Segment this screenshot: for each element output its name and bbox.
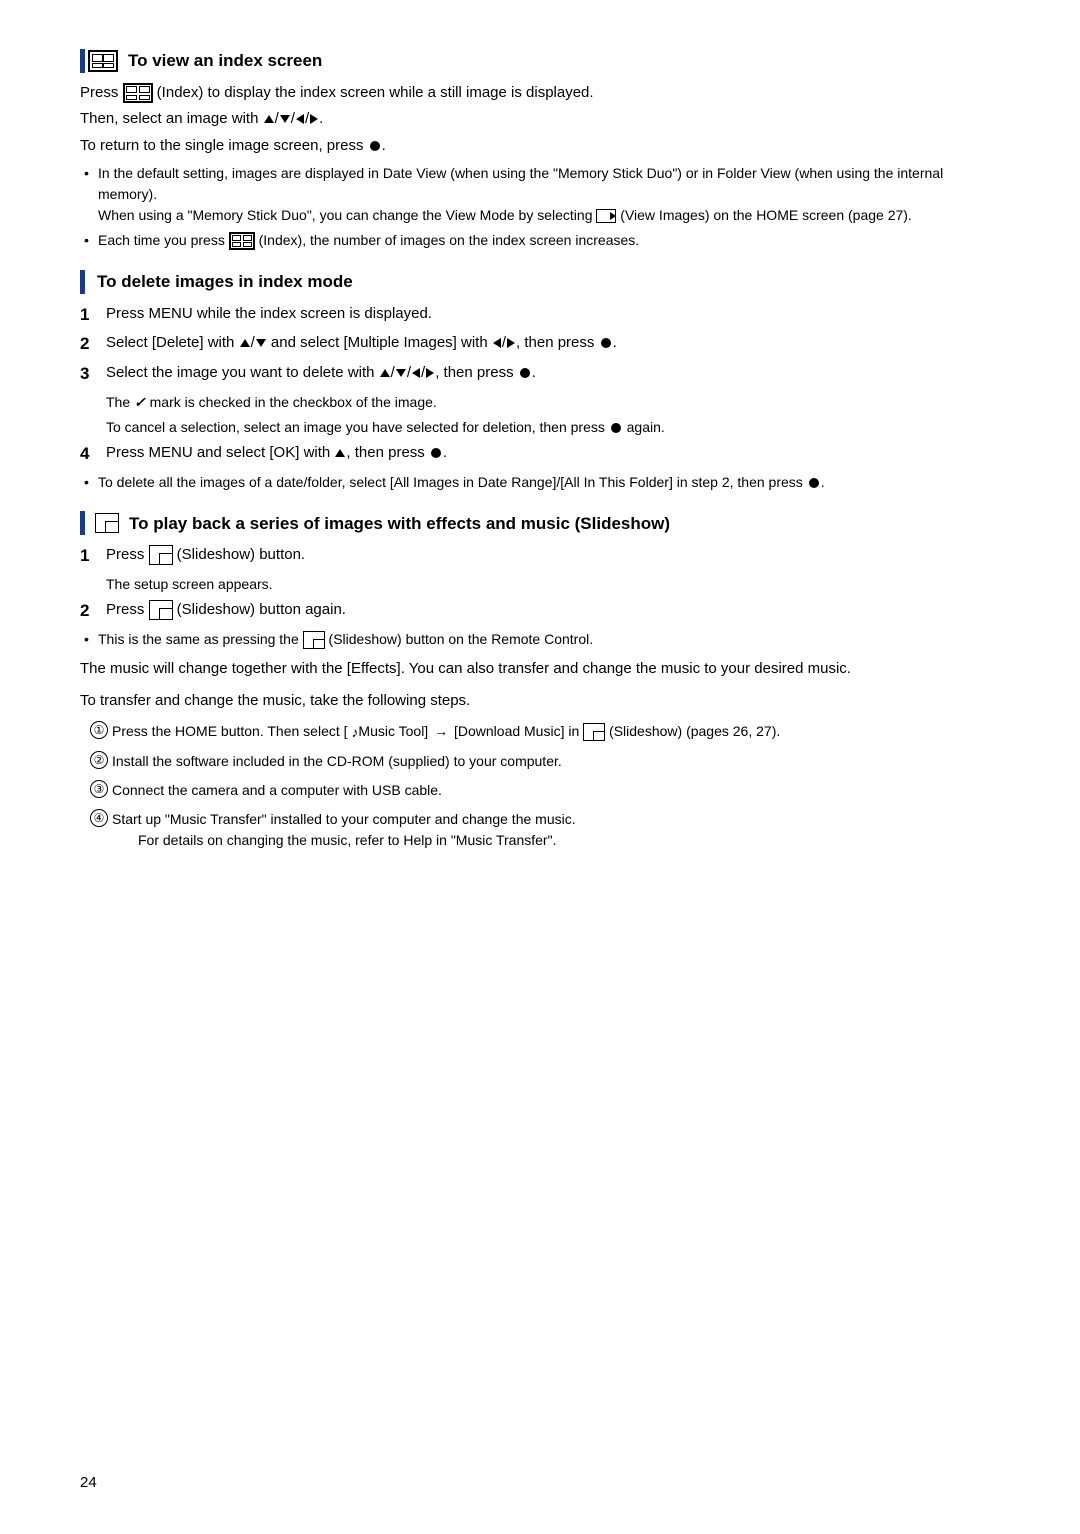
- circle-item-3: ③ Connect the camera and a computer with…: [90, 780, 1000, 801]
- step-num-3: 3: [80, 362, 102, 386]
- circle-num-3: ③: [90, 780, 108, 798]
- circle-item-4: ④ Start up "Music Transfer" installed to…: [90, 809, 1000, 851]
- heading-delete-text: To delete images in index mode: [97, 269, 353, 295]
- delete-bar-icon: [80, 270, 85, 294]
- step-content-1: Press MENU while the index screen is dis…: [106, 303, 1000, 326]
- step-4: 4 Press MENU and select [OK] with , then…: [80, 442, 1000, 466]
- index-bullet-2: Each time you press (Index), the number …: [98, 230, 1000, 251]
- index-icon: [80, 49, 118, 73]
- slideshow-step-2: 2 Press (Slideshow) button again.: [80, 599, 1000, 623]
- page-number: 24: [80, 1472, 97, 1495]
- slideshow-step1-note: The setup screen appears.: [106, 574, 1000, 595]
- section-index-screen: To view an index screen Press (Index) to…: [80, 48, 1000, 251]
- slideshow-para-2: To transfer and change the music, take t…: [80, 690, 1000, 713]
- slideshow-step-1: 1 Press (Slideshow) button.: [80, 544, 1000, 568]
- slideshow-bar-icon: [80, 511, 85, 535]
- step-num-4: 4: [80, 442, 102, 466]
- step-content-3: Select the image you want to delete with…: [106, 362, 1000, 385]
- circle-content-1: Press the HOME button. Then select [ ♪Mu…: [112, 721, 1000, 743]
- step-1: 1 Press MENU while the index screen is d…: [80, 303, 1000, 327]
- circle-item-2: ② Install the software included in the C…: [90, 751, 1000, 772]
- circle-num-1: ①: [90, 721, 108, 739]
- section-delete-images: To delete images in index mode 1 Press M…: [80, 269, 1000, 493]
- circle-num-2: ②: [90, 751, 108, 769]
- step-2: 2 Select [Delete] with / and select [Mul…: [80, 332, 1000, 356]
- index-bullet-1: In the default setting, images are displ…: [98, 163, 1000, 226]
- circle-content-4-sub: For details on changing the music, refer…: [138, 832, 556, 848]
- slideshow-step-content-2: Press (Slideshow) button again.: [106, 599, 1000, 622]
- circle-content-3: Connect the camera and a computer with U…: [112, 780, 1000, 801]
- slideshow-para-1: The music will change together with the …: [80, 658, 1000, 681]
- heading-index-screen: To view an index screen: [80, 48, 1000, 74]
- section-slideshow: To play back a series of images with eff…: [80, 511, 1000, 851]
- heading-delete-images: To delete images in index mode: [80, 269, 1000, 295]
- step-num-1: 1: [80, 303, 102, 327]
- circle-item-1: ① Press the HOME button. Then select [ ♪…: [90, 721, 1000, 743]
- circle-num-4: ④: [90, 809, 108, 827]
- step-num-2: 2: [80, 332, 102, 356]
- step3-note-1: The ✓ mark is checked in the checkbox of…: [106, 392, 1000, 413]
- slideshow-bullet-1: This is the same as pressing the (Slides…: [98, 629, 1000, 650]
- circle-content-2: Install the software included in the CD-…: [112, 751, 1000, 772]
- step-content-2: Select [Delete] with / and select [Multi…: [106, 332, 1000, 355]
- slideshow-icon-img: [95, 513, 119, 533]
- index-para-2: Then, select an image with ///.: [80, 108, 1000, 131]
- slideshow-step-content-1: Press (Slideshow) button.: [106, 544, 1000, 567]
- slideshow-step-num-1: 1: [80, 544, 102, 568]
- step3-note-2: To cancel a selection, select an image y…: [106, 417, 1000, 438]
- heading-slideshow-text: To play back a series of images with eff…: [129, 511, 670, 537]
- index-para-3: To return to the single image screen, pr…: [80, 135, 1000, 158]
- step-content-4: Press MENU and select [OK] with , then p…: [106, 442, 1000, 465]
- circle-content-4: Start up "Music Transfer" installed to y…: [112, 809, 1000, 851]
- heading-slideshow: To play back a series of images with eff…: [80, 511, 1000, 537]
- index-para-1: Press (Index) to display the index scree…: [80, 82, 1000, 105]
- step-3: 3 Select the image you want to delete wi…: [80, 362, 1000, 386]
- heading-index-screen-text: To view an index screen: [128, 48, 322, 74]
- delete-bullet-1: To delete all the images of a date/folde…: [98, 472, 1000, 493]
- slideshow-step-num-2: 2: [80, 599, 102, 623]
